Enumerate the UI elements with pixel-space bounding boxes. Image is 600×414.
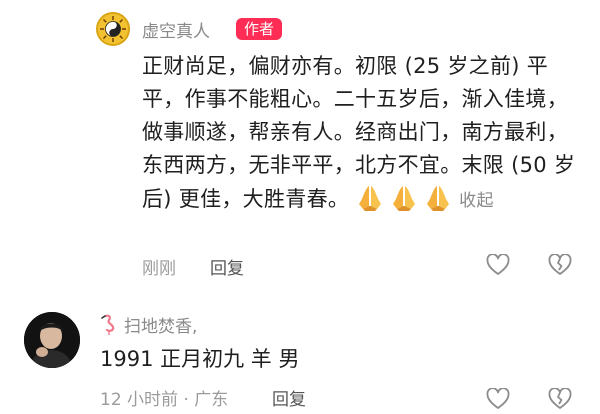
comment-text: 正财尚足，偏财亦有。初限 (25 岁之前) 平平，作事不能粗心。二十五岁后，渐入… (142, 50, 582, 218)
username-text: 扫地焚香, (124, 317, 198, 337)
pray-icon (423, 182, 453, 212)
user-photo-icon (24, 312, 80, 368)
heart-icon[interactable] (486, 253, 510, 280)
avatar-xukong[interactable] (96, 12, 130, 46)
comment-meta-2: 12 小时前 · 广东 (100, 390, 229, 410)
comment-time: 刚刚 (142, 259, 176, 279)
comment-username-2[interactable]: 扫地焚香, (100, 312, 197, 337)
comment-text-2: 1991 正月初九 羊 男 (100, 347, 300, 371)
heart-icon[interactable] (486, 387, 510, 414)
comment-username[interactable]: 虚空真人 (142, 17, 210, 42)
reply-button[interactable]: 回复 (210, 254, 244, 279)
reply-button-2[interactable]: 回复 (272, 385, 306, 410)
pray-icon (389, 182, 419, 212)
flamingo-icon (101, 314, 115, 335)
collapse-link[interactable]: 收起 (459, 191, 494, 211)
pray-icon (355, 182, 385, 212)
emoji-row (355, 182, 453, 212)
broken-heart-icon[interactable] (548, 387, 572, 414)
avatar-user[interactable] (24, 312, 80, 368)
yin-yang-bagua-icon (98, 14, 128, 44)
broken-heart-icon[interactable] (548, 253, 572, 280)
author-badge: 作者 (236, 18, 283, 40)
